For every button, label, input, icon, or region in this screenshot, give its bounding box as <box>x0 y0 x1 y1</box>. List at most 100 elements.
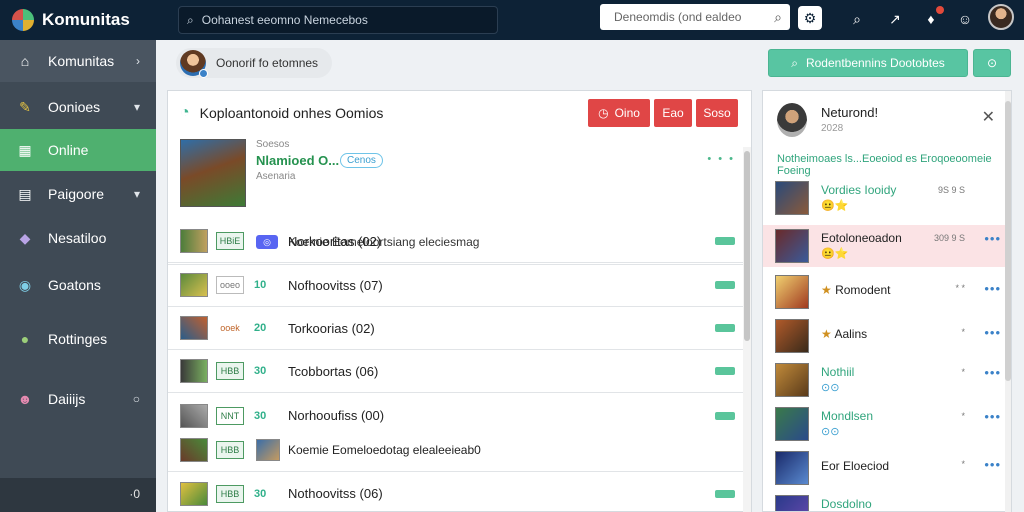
game-thumbnail <box>256 439 280 461</box>
more-icon[interactable]: ••• <box>984 281 1001 296</box>
gear-icon[interactable]: ⚙ <box>798 6 822 30</box>
primary-action-button[interactable]: ⌕ Rodentbennins Dootobtes <box>768 49 968 77</box>
button-label: Eao <box>662 106 684 120</box>
sidebar-item-online[interactable]: ▦ Online <box>0 129 156 171</box>
featured-title[interactable]: Nlamioed O... <box>256 153 339 168</box>
sidebar-item-label: Rottinges <box>48 331 108 347</box>
avatar <box>777 103 807 137</box>
more-icon[interactable]: ••• <box>984 231 1001 246</box>
star-icon: ★ <box>821 283 836 297</box>
item-name: Dosdolno <box>821 497 872 511</box>
game-thumbnail <box>775 495 809 511</box>
chevron-right-icon: › <box>136 54 140 68</box>
red-button-three[interactable]: Soso <box>696 99 738 127</box>
row-number: 30 <box>254 487 267 500</box>
top-bar: Komunitas ⌕ Oohanest eeomno Nemecebos De… <box>0 0 1024 40</box>
crystal-icon: ◆ <box>19 229 31 246</box>
item-name: ★ Romodent <box>821 283 890 297</box>
character-icon: ☻ <box>17 391 33 407</box>
row-tag: HBB <box>216 484 244 503</box>
main-search-input[interactable]: ⌕ Oohanest eeomno Nemecebos <box>178 6 498 34</box>
right-panel-banner: Notheimoaes ls...Eoeoiod es Eroqoeoomeie… <box>777 153 992 177</box>
sidebar-item-rottinges[interactable]: ● Rottinges <box>0 318 156 360</box>
list-item[interactable]: ★ Romodent * * ••• <box>763 271 1011 313</box>
search-icon[interactable]: ⌕ <box>774 9 782 26</box>
sidebar-item-nesatiloo[interactable]: ◆ Nesatiloo <box>0 217 156 259</box>
secondary-search-input[interactable]: Deneomdis (ond ealdeo ⌕ <box>600 4 790 30</box>
game-thumbnail <box>775 275 809 309</box>
list-item[interactable]: ooek 20 Torkoorias (02) <box>168 307 751 350</box>
status-pill <box>715 281 735 289</box>
red-button-two[interactable]: Eao <box>654 99 692 127</box>
game-thumbnail <box>775 181 809 215</box>
sidebar-item-goatons[interactable]: ◉ Goatons <box>0 264 156 306</box>
sidebar-item-paigoore[interactable]: ▤ Paigoore ▾ <box>0 173 156 215</box>
help-icon[interactable]: ☺ <box>954 8 976 30</box>
notification-badge <box>936 6 944 14</box>
list-item[interactable]: Eotoloneoadon 😐⭐ 309 9 S ••• <box>763 225 1011 267</box>
list-item[interactable]: Mondlsen ⊙⊙ * ••• <box>763 403 1011 445</box>
scrollbar-thumb[interactable] <box>1005 101 1011 381</box>
sidebar-item-label: Daiiijs <box>48 391 86 407</box>
notification-icon[interactable]: ♦ <box>920 6 944 30</box>
scrollbar-thumb[interactable] <box>744 151 750 341</box>
sidebar-item-home[interactable]: ⌂ Komunitas › <box>0 40 156 82</box>
app-logo[interactable]: Komunitas <box>0 9 156 31</box>
status-pill <box>715 237 735 245</box>
game-thumbnail <box>775 363 809 397</box>
chevron-down-icon: ▾ <box>133 100 140 114</box>
list-item[interactable]: HBiE Norkooritas (02) <box>168 220 751 263</box>
close-icon[interactable]: ✕ <box>982 107 995 127</box>
row-tag: HBB <box>216 362 244 380</box>
list-item[interactable]: Dosdolno <box>763 491 1011 511</box>
sidebar-item-oonioes[interactable]: ✎ Oonioes ▾ <box>0 86 156 128</box>
primary-action-label: Rodentbennins Dootobtes <box>805 56 945 70</box>
item-emoji: 😐⭐ <box>821 200 849 212</box>
row-number: 30 <box>254 365 267 377</box>
breadcrumb[interactable]: Oonorif fo etomnes <box>176 48 333 78</box>
scrollbar[interactable] <box>1005 91 1011 512</box>
search-icon: ⌕ <box>187 12 194 27</box>
list-item[interactable]: HBB 30 Nothoovitss (06) <box>168 472 751 512</box>
user-avatar[interactable] <box>988 4 1014 30</box>
item-emoji: 😐⭐ <box>821 248 849 260</box>
row-label: Nothoovitss (06) <box>288 486 383 501</box>
item-name: Eotoloneoadon <box>821 231 902 245</box>
sidebar-item-label: Oonioes <box>48 99 101 115</box>
avatar <box>180 50 208 78</box>
more-icon[interactable]: ••• <box>984 409 1001 424</box>
row-tag: HBiE <box>216 232 244 250</box>
status-pill <box>715 324 735 332</box>
sidebar-footer-text[interactable]: ·0 <box>129 487 140 501</box>
list-item[interactable]: HBB Koemie Eomeloedotag elealeeieab0 <box>168 429 751 472</box>
item-meta: * <box>961 411 965 421</box>
button-label: Oino <box>614 106 640 120</box>
more-icon[interactable]: ••• <box>984 325 1001 340</box>
more-icon[interactable]: ••• <box>984 457 1001 472</box>
list-item[interactable]: ooeo 10 Nofhoovitss (07) <box>168 264 751 307</box>
more-icon[interactable]: ••• <box>984 365 1001 380</box>
star-icon: ★ <box>821 327 835 341</box>
item-meta: 309 9 S <box>933 233 965 243</box>
list-item[interactable]: Vordies Iooidy 😐⭐ 9S 9 S <box>763 177 1011 219</box>
scrollbar[interactable] <box>743 147 751 512</box>
row-label: Koemie Eomeloedotag elealeeieab0 <box>288 443 481 457</box>
red-button-one[interactable]: ◷ Oino <box>588 99 650 127</box>
secondary-action-button[interactable]: ⊙ <box>973 49 1011 77</box>
clock-icon: ◷ <box>598 106 609 120</box>
chat-icon: ◔ <box>180 104 190 121</box>
search-icon[interactable]: ⌕ <box>846 8 868 30</box>
share-icon[interactable]: ↗ <box>884 8 906 30</box>
list-item[interactable]: Nothiil ⊙⊙ * ••• <box>763 359 1011 401</box>
list-item[interactable]: HBB 30 Tcobbortas (06) <box>168 350 751 393</box>
row-number: 10 <box>254 279 267 291</box>
more-icon[interactable]: • • • <box>707 153 735 165</box>
sidebar-item-daiiijs[interactable]: ☻ Daiiijs ○ <box>0 378 156 420</box>
sidebar-item-label: Goatons <box>48 277 101 293</box>
secondary-search-text: Deneomdis (ond ealdeo <box>614 10 742 24</box>
list-item[interactable]: ★ Aalins * ••• <box>763 315 1011 357</box>
status-pill <box>715 367 735 375</box>
status-pill <box>715 411 735 420</box>
list-item[interactable]: Eor Eloeciod * ••• <box>763 447 1011 489</box>
breadcrumb-label: Oonorif fo etomnes <box>216 56 319 70</box>
